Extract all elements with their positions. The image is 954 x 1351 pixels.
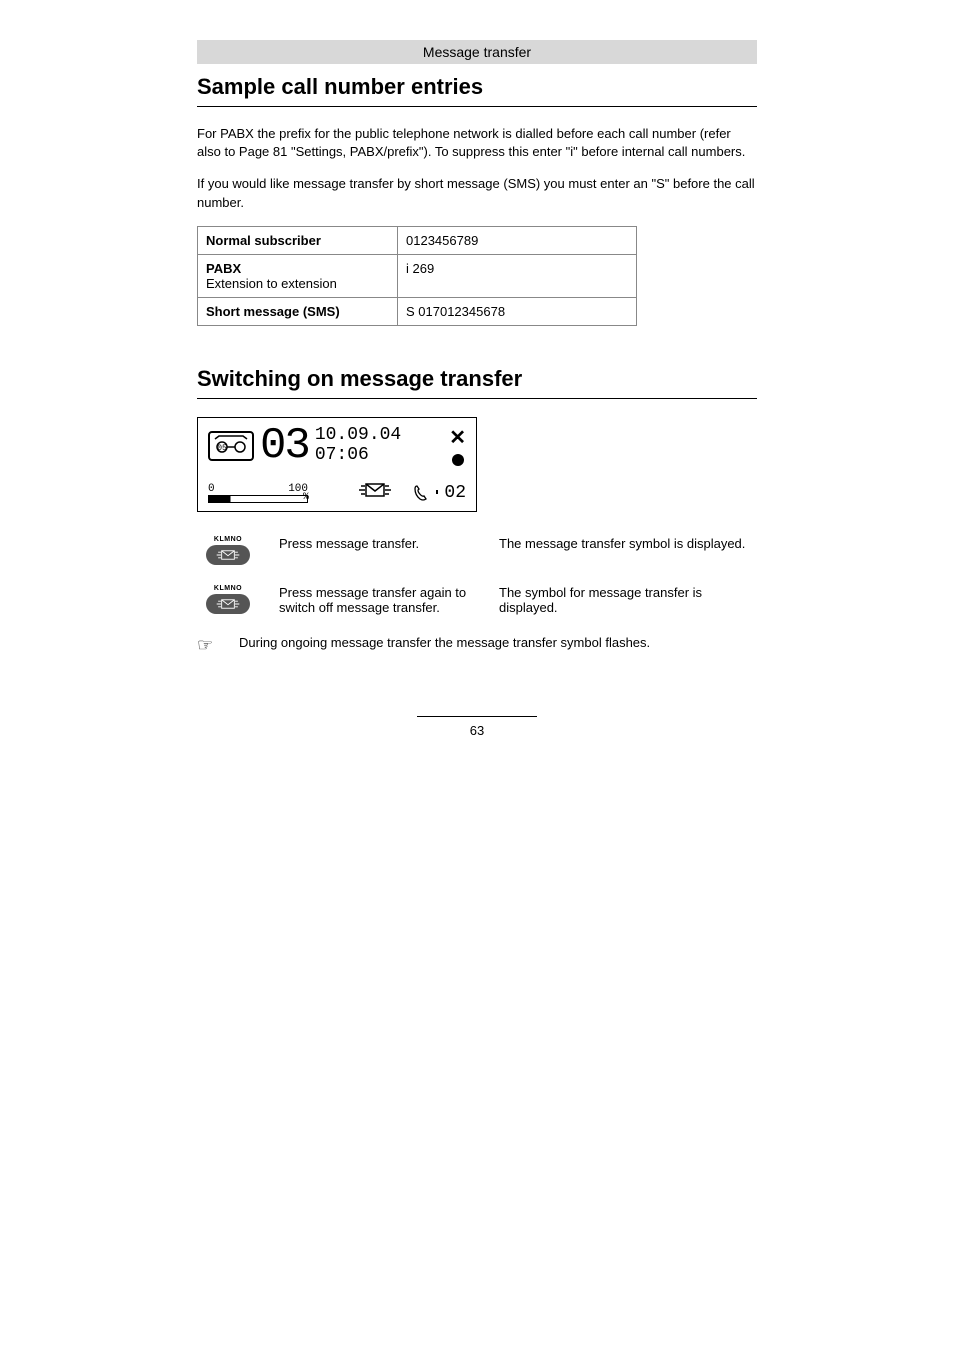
cassette-icon: 05 bbox=[208, 431, 254, 461]
cell-value: 0123456789 bbox=[398, 226, 637, 254]
cell-label-main: PABX bbox=[206, 261, 241, 276]
sample-table: Normal subscriber 0123456789 PABX Extens… bbox=[197, 226, 637, 326]
tape-left-num: 05 bbox=[217, 444, 227, 453]
page-number: 63 bbox=[197, 723, 757, 738]
message-transfer-button[interactable]: KLMNO bbox=[197, 536, 259, 565]
table-row: PABX Extension to extension i 269 bbox=[198, 254, 637, 297]
cell-value: S 017012345678 bbox=[398, 297, 637, 325]
date-value: 10.09.04 bbox=[315, 426, 401, 446]
cell-label: PABX Extension to extension bbox=[198, 254, 398, 297]
gauge-min: 0 bbox=[208, 483, 215, 495]
step-row: KLMNO Press message transfer. The messag… bbox=[197, 536, 757, 565]
device-display: 05 03 10.09.04 07:06 ✕ 0 100 % bbox=[197, 417, 477, 512]
message-transfer-button[interactable]: KLMNO bbox=[197, 585, 259, 614]
button-klmno-label: KLMNO bbox=[197, 585, 259, 592]
message-transfer-icon bbox=[216, 598, 240, 610]
heading-rule bbox=[197, 106, 757, 107]
x-icon: ✕ bbox=[449, 425, 466, 450]
note-row: ☞ During ongoing message transfer the me… bbox=[197, 635, 757, 656]
cell-label: Short message (SMS) bbox=[198, 297, 398, 325]
table-row: Short message (SMS) S 017012345678 bbox=[198, 297, 637, 325]
section-heading-switching: Switching on message transfer bbox=[197, 366, 757, 392]
handset-icon bbox=[414, 485, 430, 501]
step-result: The symbol for message transfer is displ… bbox=[499, 585, 757, 615]
handset-count: 02 bbox=[414, 483, 466, 503]
footer-rule bbox=[417, 716, 537, 717]
button-klmno-label: KLMNO bbox=[197, 536, 259, 543]
message-transfer-icon bbox=[358, 482, 392, 503]
step-action: Press message transfer again to switch o… bbox=[279, 585, 479, 615]
cell-label: Normal subscriber bbox=[198, 226, 398, 254]
cell-sublabel: Extension to extension bbox=[206, 276, 389, 291]
pill-button-icon bbox=[206, 594, 250, 614]
para-sms: If you would like message transfer by sh… bbox=[197, 175, 757, 211]
message-count: 03 bbox=[260, 424, 309, 468]
step-action: Press message transfer. bbox=[279, 536, 479, 551]
datetime: 10.09.04 07:06 bbox=[315, 426, 401, 466]
record-dot-icon bbox=[452, 454, 464, 466]
time-value: 07:06 bbox=[315, 446, 401, 466]
note-text: During ongoing message transfer the mess… bbox=[239, 635, 650, 650]
handset-count-value: 02 bbox=[444, 483, 466, 503]
dash-icon bbox=[434, 486, 440, 500]
message-transfer-icon bbox=[216, 549, 240, 561]
section-heading-sample: Sample call number entries bbox=[197, 74, 757, 100]
gauge-pct: % bbox=[303, 492, 309, 503]
step-row: KLMNO Press message transfer again to sw… bbox=[197, 585, 757, 615]
page-header: Message transfer bbox=[197, 40, 757, 64]
table-row: Normal subscriber 0123456789 bbox=[198, 226, 637, 254]
step-result: The message transfer symbol is displayed… bbox=[499, 536, 757, 551]
pill-button-icon bbox=[206, 545, 250, 565]
memory-gauge: 0 100 % bbox=[208, 483, 308, 503]
heading-rule bbox=[197, 398, 757, 399]
para-pabx: For PABX the prefix for the public telep… bbox=[197, 125, 757, 161]
pointing-hand-icon: ☞ bbox=[197, 635, 221, 656]
cell-value: i 269 bbox=[398, 254, 637, 297]
